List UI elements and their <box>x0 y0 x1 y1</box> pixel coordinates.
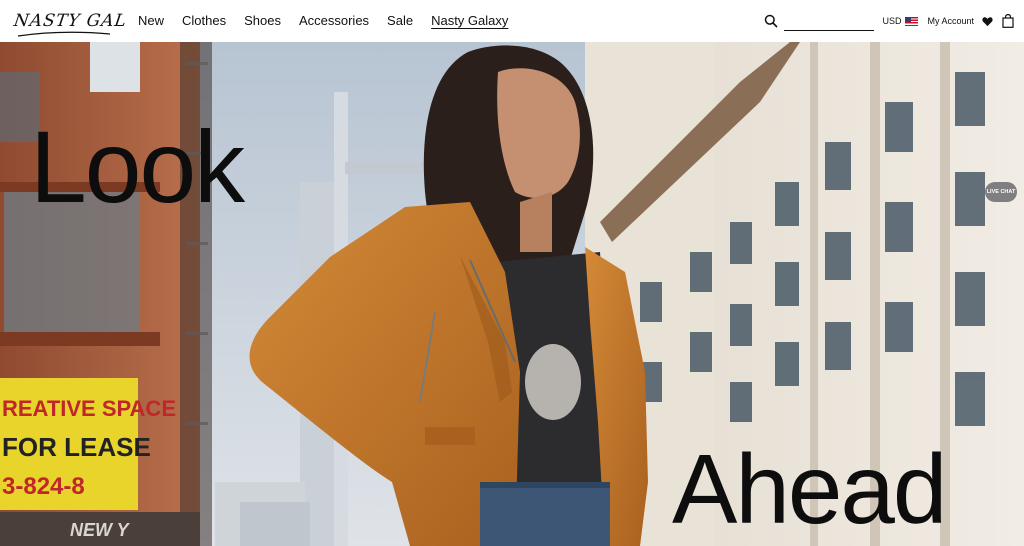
my-account-link[interactable]: My Account <box>927 16 974 26</box>
logo[interactable]: NASTY GAL <box>13 4 128 38</box>
svg-text:3-824-8: 3-824-8 <box>2 473 85 500</box>
us-flag-icon[interactable] <box>905 16 919 26</box>
headline-ahead: Ahead <box>672 434 947 544</box>
currency-selector[interactable]: USD <box>882 16 901 26</box>
logo-swash <box>17 31 111 37</box>
svg-text:FOR LEASE: FOR LEASE <box>2 432 151 462</box>
hero-banner[interactable]: REATIVE SPACE FOR LEASE 3-824-8 NEW Y Lo… <box>0 42 1024 546</box>
shopping-bag-icon[interactable] <box>1002 14 1014 28</box>
nav-item-nasty-galaxy[interactable]: Nasty Galaxy <box>431 12 508 30</box>
svg-text:NEW Y: NEW Y <box>70 520 131 540</box>
nav-item-clothes[interactable]: Clothes <box>182 12 226 30</box>
main-nav: New Clothes Shoes Accessories Sale Nasty… <box>138 12 526 30</box>
site-header: NASTY GAL New Clothes Shoes Accessories … <box>0 0 1024 42</box>
search-icon[interactable] <box>764 14 779 28</box>
nav-item-sale[interactable]: Sale <box>387 12 413 30</box>
heart-icon[interactable] <box>982 16 993 27</box>
nav-item-shoes[interactable]: Shoes <box>244 12 281 30</box>
search-input[interactable] <box>784 11 875 31</box>
utility-bar: USD My Account <box>764 9 1014 33</box>
svg-text:REATIVE SPACE: REATIVE SPACE <box>2 396 176 421</box>
headline-look: Look <box>30 110 245 224</box>
logo-text: NASTY GAL <box>12 11 129 31</box>
nav-item-accessories[interactable]: Accessories <box>299 12 369 30</box>
nav-item-new[interactable]: New <box>138 12 164 30</box>
live-chat-button[interactable]: LIVE CHAT <box>985 182 1017 202</box>
